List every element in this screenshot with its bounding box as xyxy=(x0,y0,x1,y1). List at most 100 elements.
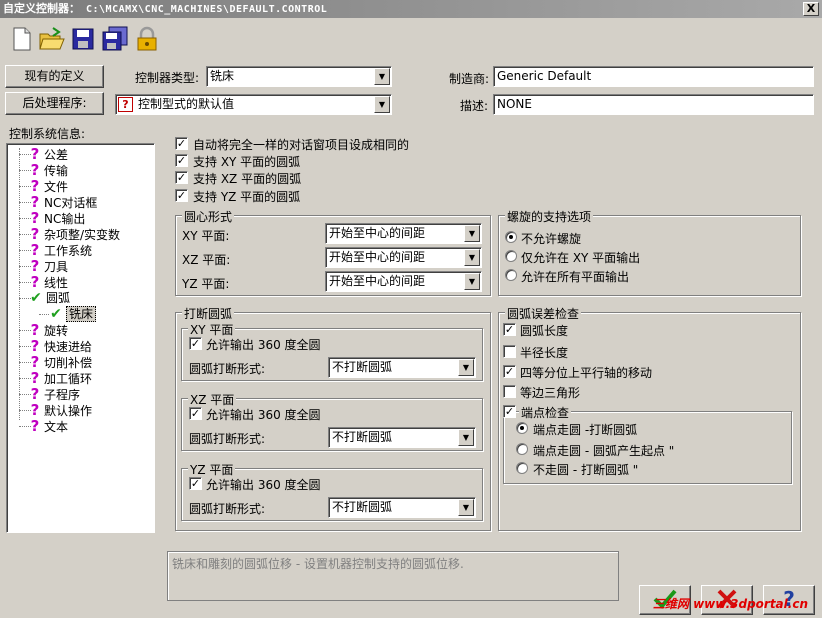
controller-type-label: 控制器类型: xyxy=(135,71,200,85)
break-xz-allow-checkbox[interactable]: ✓ xyxy=(189,407,202,420)
endpoint-checkbox[interactable]: ✓ xyxy=(503,405,516,418)
tree-item[interactable]: ? 切削补偿 xyxy=(29,354,92,370)
break-xz-form-select[interactable]: 不打断圆弧 ▼ xyxy=(328,427,476,448)
tree-item[interactable]: ? 默认操作 xyxy=(29,402,92,418)
chevron-down-icon[interactable]: ▼ xyxy=(374,68,390,85)
center-yz-label: YZ 平面: xyxy=(182,277,230,291)
tree-item-label: 线性 xyxy=(44,276,69,290)
helix-title: 螺旋的支持选项 xyxy=(505,208,594,225)
tree-item-label: 公差 xyxy=(44,148,69,162)
post-processor-select[interactable]: ? 控制型式的默认值 ▼ xyxy=(115,94,392,115)
tree-item-label: 快速进给 xyxy=(44,340,93,354)
chevron-down-icon[interactable]: ▼ xyxy=(458,359,474,376)
question-icon: ? xyxy=(30,401,40,419)
tree-item-label: 刀具 xyxy=(44,260,69,274)
arc-error-title: 圆弧误差检查 xyxy=(505,305,582,322)
tree-item-label: 切削补偿 xyxy=(44,356,93,370)
chevron-down-icon[interactable]: ▼ xyxy=(458,429,474,446)
tree-branch-line xyxy=(39,314,49,315)
save-all-icon[interactable] xyxy=(101,26,128,54)
open-folder-icon[interactable] xyxy=(38,26,65,54)
auto-same-checkbox[interactable]: ✓ xyxy=(175,137,188,150)
tree-item[interactable]: ? 文本 xyxy=(29,418,68,434)
control-tree[interactable]: ? 公差? 传输? 文件? NC对话框? NC输出? 杂项整/实变数? 工作系统? 刀具? 线性 ✔… xyxy=(6,143,155,533)
radius-length-checkbox[interactable] xyxy=(503,345,516,358)
controller-type-select[interactable]: 铣床 ▼ xyxy=(206,66,392,87)
chevron-down-icon[interactable]: ▼ xyxy=(464,249,480,266)
break-yz-allow-checkbox[interactable]: ✓ xyxy=(189,477,202,490)
tree-item[interactable]: ✔ 圆弧 xyxy=(29,290,70,306)
tree-item[interactable]: ? 旋转 xyxy=(29,322,68,338)
question-icon: ? xyxy=(30,225,40,243)
post-processor-button[interactable]: 后处理程序: xyxy=(5,92,104,115)
helix-all-label: 允许在所有平面输出 xyxy=(521,270,630,284)
helix-all-radio[interactable] xyxy=(505,269,517,281)
question-icon: ? xyxy=(30,161,40,179)
break-xy-form-label: 圆弧打断形式: xyxy=(189,362,266,376)
tree-item[interactable]: ? NC对话框 xyxy=(29,193,98,211)
break-xz-form-label: 圆弧打断形式: xyxy=(189,432,266,446)
question-icon: ? xyxy=(30,241,40,259)
tree-item[interactable]: ? 线性 xyxy=(29,274,68,290)
question-icon: ? xyxy=(30,273,40,291)
description-field[interactable]: NONE xyxy=(493,94,814,115)
break-xy-form-select[interactable]: 不打断圆弧 ▼ xyxy=(328,357,476,378)
chevron-down-icon[interactable]: ▼ xyxy=(464,225,480,242)
save-icon[interactable] xyxy=(71,26,97,54)
tree-item[interactable]: ? 快速进给 xyxy=(29,338,92,354)
tree-item-label: 传输 xyxy=(44,164,69,178)
close-button[interactable]: X xyxy=(803,2,819,16)
tree-item-label: 加工循环 xyxy=(44,372,93,386)
new-file-icon[interactable] xyxy=(10,26,36,54)
tree-item-label: 工作系统 xyxy=(44,244,93,258)
tree-item[interactable]: ? 刀具 xyxy=(29,258,68,274)
tree-item-label: NC对话框 xyxy=(44,196,98,210)
break-xy-allow-checkbox[interactable]: ✓ xyxy=(189,337,202,350)
center-yz-select[interactable]: 开始至中心的间距 ▼ xyxy=(325,271,482,292)
yz-arc-checkbox[interactable]: ✓ xyxy=(175,189,188,202)
helix-xy-label: 仅允许在 XY 平面输出 xyxy=(521,251,641,265)
xz-arc-checkbox[interactable]: ✓ xyxy=(175,171,188,184)
center-xy-select[interactable]: 开始至中心的间距 ▼ xyxy=(325,223,482,244)
tree-item[interactable]: ? 公差 xyxy=(29,146,68,162)
break-xz-allow-label: 允许输出 360 度全圆 xyxy=(206,408,321,422)
radius-length-label: 半径长度 xyxy=(520,346,569,360)
break-xy-form-value: 不打断圆弧 xyxy=(332,360,393,374)
lock-icon[interactable] xyxy=(134,26,160,54)
question-icon: ? xyxy=(30,369,40,387)
chevron-down-icon[interactable]: ▼ xyxy=(374,96,390,113)
center-xz-label: XZ 平面: xyxy=(182,253,231,267)
tree-item[interactable]: ? 子程序 xyxy=(29,386,80,402)
quadrant-move-checkbox[interactable]: ✓ xyxy=(503,365,516,378)
question-icon: ? xyxy=(30,321,40,339)
tree-item[interactable]: ✔ 铣床 xyxy=(49,306,97,322)
break-yz-form-select[interactable]: 不打断圆弧 ▼ xyxy=(328,497,476,518)
title-bar: 自定义控制器： C:\MCAMX\CNC_MACHINES\DEFAULT.CON… xyxy=(0,0,822,18)
tree-item[interactable]: ? NC输出 xyxy=(29,210,86,226)
endpoint-opt1-radio[interactable] xyxy=(516,422,528,434)
chevron-down-icon[interactable]: ▼ xyxy=(458,499,474,516)
helix-none-radio[interactable] xyxy=(505,231,517,243)
break-arc-title: 打断圆弧 xyxy=(182,305,235,322)
question-icon: ? xyxy=(30,145,40,163)
endpoint-opt3-radio[interactable] xyxy=(516,462,528,474)
break-yz-allow-label: 允许输出 360 度全圆 xyxy=(206,478,321,492)
tree-item[interactable]: ? 杂项整/实变数 xyxy=(29,226,120,242)
tree-item-label: 文件 xyxy=(44,180,69,194)
arc-length-checkbox[interactable]: ✓ xyxy=(503,323,516,336)
tree-item[interactable]: ? 加工循环 xyxy=(29,370,92,386)
equilateral-checkbox[interactable] xyxy=(503,385,516,398)
helix-xy-radio[interactable] xyxy=(505,250,517,262)
tree-item[interactable]: ? 传输 xyxy=(29,162,68,178)
xy-arc-label: 支持 XY 平面的圆弧 xyxy=(193,155,301,169)
existing-definitions-button[interactable]: 现有的定义 xyxy=(5,65,104,88)
center-xz-select[interactable]: 开始至中心的间距 ▼ xyxy=(325,247,482,268)
watermark: 三维网 www.3dportal.cn xyxy=(652,597,808,611)
endpoint-opt2-radio[interactable] xyxy=(516,443,528,455)
xy-arc-checkbox[interactable]: ✓ xyxy=(175,154,188,167)
tree-item[interactable]: ? 文件 xyxy=(29,178,68,194)
manufacturer-field[interactable]: Generic Default xyxy=(493,66,814,87)
tree-item[interactable]: ? 工作系统 xyxy=(29,242,92,258)
question-icon: ? xyxy=(30,193,40,211)
chevron-down-icon[interactable]: ▼ xyxy=(464,273,480,290)
